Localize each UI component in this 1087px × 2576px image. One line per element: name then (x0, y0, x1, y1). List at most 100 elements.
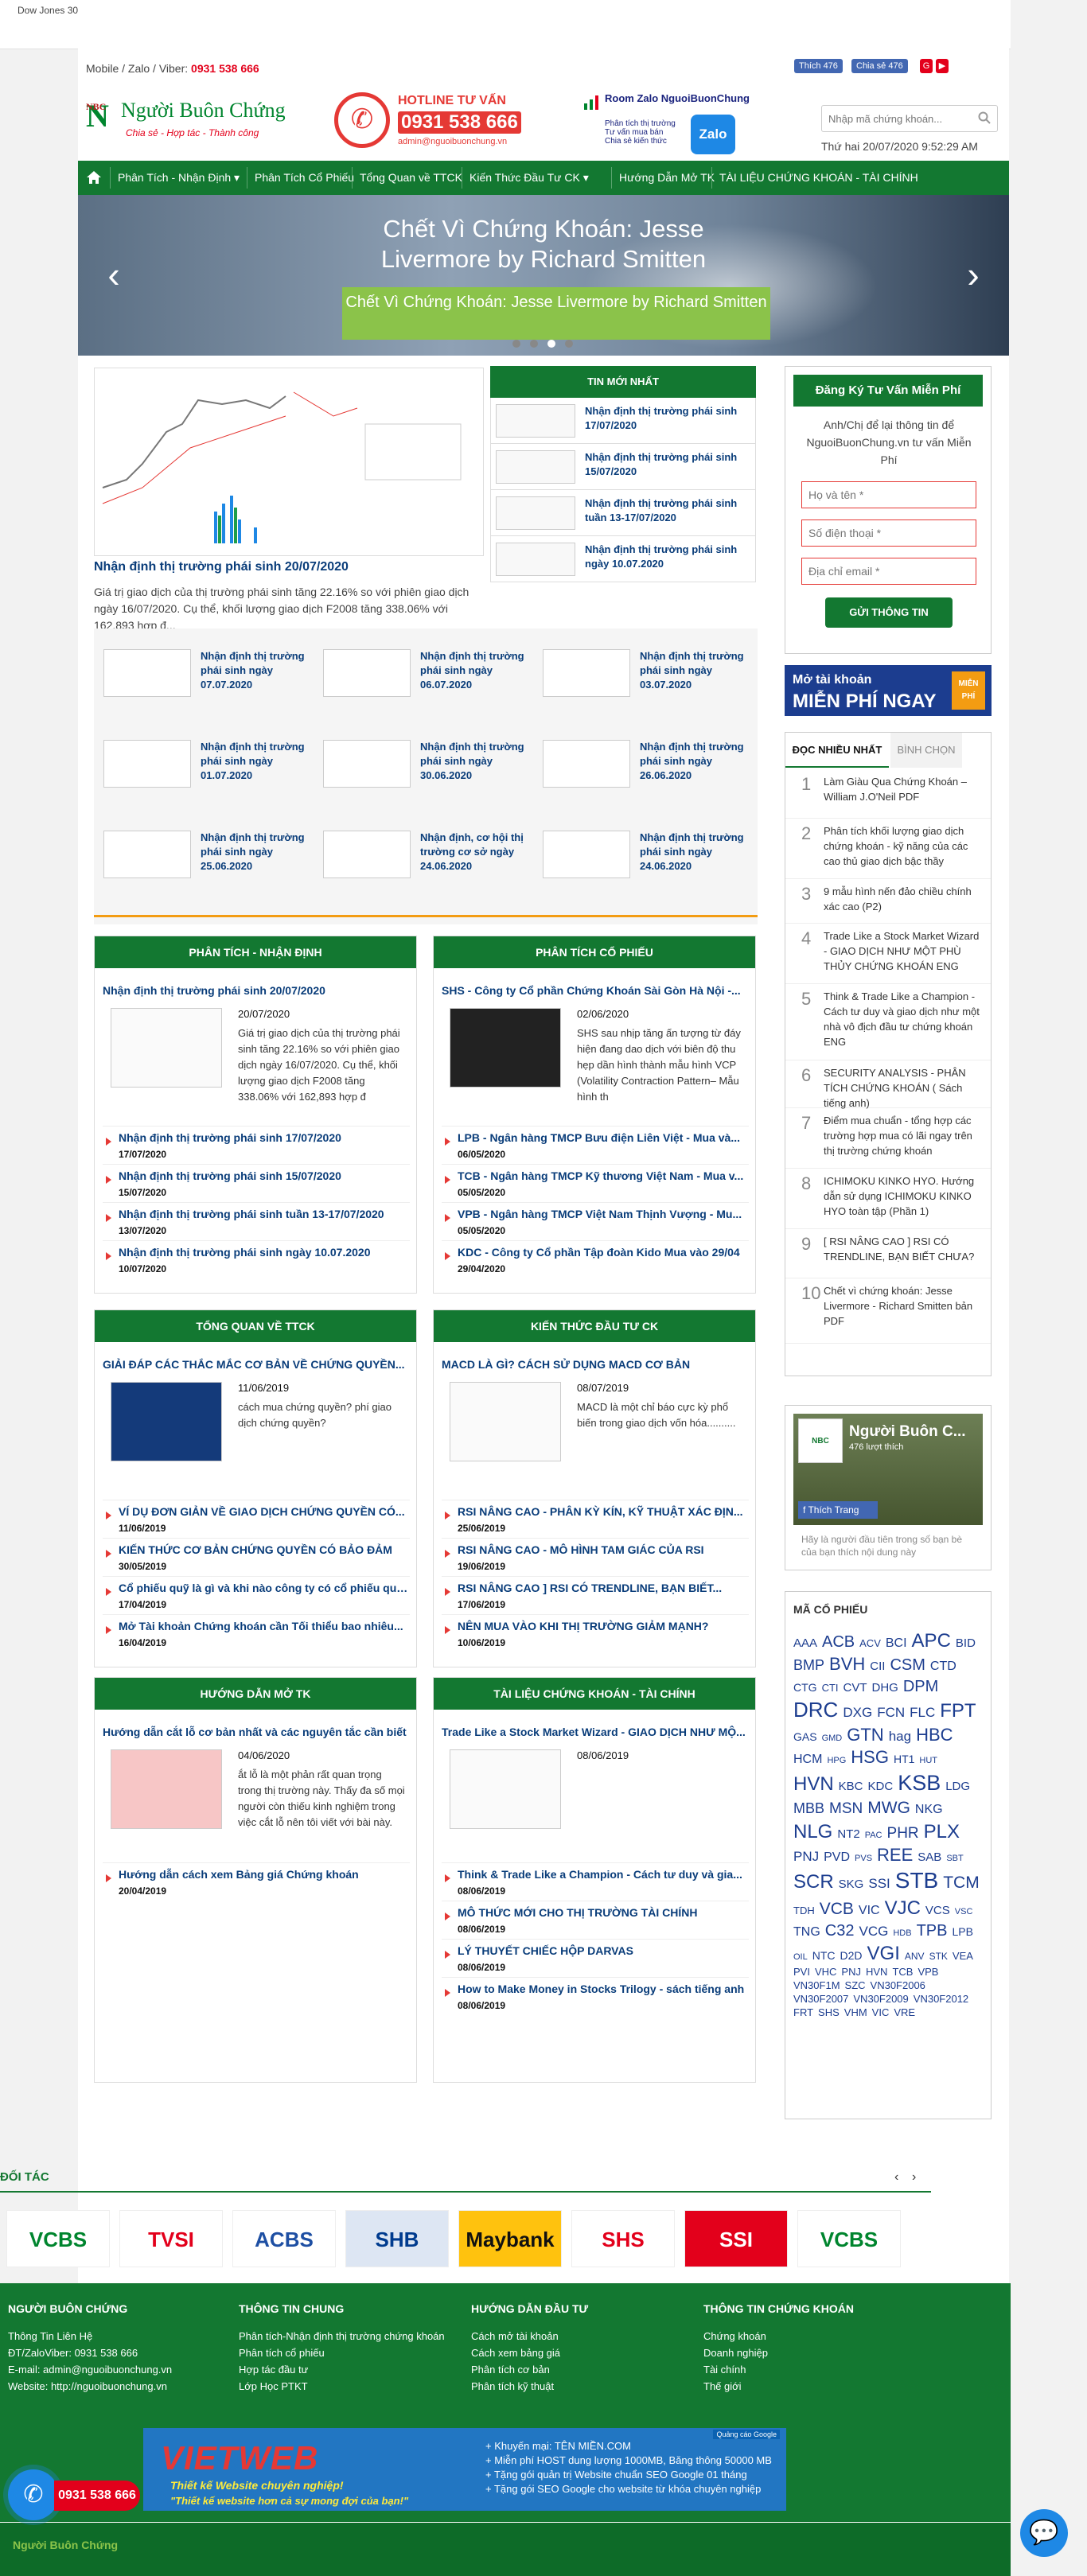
hotline-banner[interactable]: ✆ HOTLINE TƯ VẤN 0931 538 666 admin@nguo… (334, 88, 521, 154)
category-item-title[interactable]: LÝ THUYẾT CHIẾC HỘP DARVAS (458, 1944, 747, 1957)
stock-tag[interactable]: VN30F2009 (853, 1993, 908, 2006)
grid-thumbnail[interactable] (543, 831, 630, 878)
stock-tag[interactable]: HVN (793, 1772, 834, 1796)
category-list-item[interactable]: Cổ phiếu quỹ là gì và khi nào công ty có… (103, 1576, 410, 1614)
grid-item[interactable]: Nhận định, cơ hội thị trường cơ sở ngày 2… (314, 818, 528, 897)
category-list-item[interactable]: Nhận định thị trường phái sinh 15/07/202… (103, 1164, 410, 1202)
footer-link[interactable]: Phân tích cổ phiếu (239, 2344, 462, 2361)
stock-tag[interactable]: HUT (919, 1755, 937, 1766)
category-item-title[interactable]: Nhận định thị trường phái sinh 17/07/202… (119, 1131, 408, 1144)
slider-dot[interactable] (530, 340, 538, 348)
grid-thumbnail[interactable] (543, 740, 630, 788)
grid-thumbnail[interactable] (103, 740, 191, 788)
stock-tag[interactable]: TCM (943, 1872, 980, 1893)
footer-link[interactable]: Website: http://nguoibuonchung.vn (8, 2378, 231, 2395)
category-top-title[interactable]: MACD LÀ GÌ? CÁCH SỬ DỤNG MACD CƠ BẢN (442, 1358, 749, 1371)
footer-link[interactable]: Cách mở tài khoản (471, 2328, 694, 2344)
footer-link[interactable]: Hợp tác đầu tư (239, 2361, 462, 2378)
stock-tag[interactable]: GAS (793, 1730, 817, 1744)
stock-tag[interactable]: VIC (872, 2006, 890, 2020)
stock-tag[interactable]: PVS (855, 1853, 872, 1864)
stock-tag[interactable]: CVT (843, 1680, 867, 1696)
stock-tag[interactable]: KDC (868, 1779, 894, 1795)
stock-tag[interactable]: TPB (917, 1920, 948, 1941)
popular-title[interactable]: 9 mẫu hình nến đảo chiều chính xác cao (… (824, 884, 983, 914)
site-logo[interactable]: N NBC Người Buôn Chứng Chia sẻ - Hợp tác … (86, 94, 286, 138)
newest-title[interactable]: Nhận định thị trường phái sinh 17/07/202… (585, 404, 748, 433)
popular-item[interactable]: 7 Điểm mua chuẩn - tổng hợp các trường hợ… (785, 1108, 991, 1169)
category-item-title[interactable]: RSI NÂNG CAO ] RSI CÓ TRENDLINE, BẠN BIẾ… (458, 1582, 747, 1594)
stock-tag[interactable]: STB (895, 1866, 938, 1895)
grid-item[interactable]: Nhận định thị trường phái sinh ngày 01.07… (94, 727, 309, 807)
stock-tag[interactable]: VPB (918, 1966, 938, 1979)
slider-prev-icon[interactable]: ‹ (102, 256, 126, 295)
popular-title[interactable]: Think & Trade Like a Champion - Cách tư … (824, 989, 983, 1049)
popular-item[interactable]: 9 [ RSI NÂNG CAO ] RSI CÓ TRENDLINE, BẠN … (785, 1229, 991, 1278)
category-item-title[interactable]: VPB - Ngân hàng TMCP Việt Nam Thịnh Vượn… (458, 1208, 747, 1220)
partners-next-icon[interactable]: › (912, 2170, 926, 2185)
stock-tag[interactable]: HDB (893, 1928, 911, 1939)
footer-link[interactable]: Cách xem bảng giá (471, 2344, 694, 2361)
stock-tag[interactable]: MSN (829, 1800, 863, 1819)
popular-item[interactable]: 1 Làm Giàu Qua Chứng Khoán – William J.O'… (785, 769, 991, 819)
partners-prev-icon[interactable]: ‹ (894, 2170, 909, 2185)
grid-title[interactable]: Nhận định thị trường phái sinh ngày 01.07… (201, 740, 307, 783)
footer-link[interactable]: E-mail: admin@nguoibuonchung.vn (8, 2361, 231, 2378)
stock-tag[interactable]: VCB (820, 1898, 854, 1920)
stock-tag[interactable]: CII (870, 1659, 885, 1675)
category-item-title[interactable]: How to Make Money in Stocks Trilogy - sá… (458, 1983, 747, 1995)
category-item-title[interactable]: Hướng dẫn cách xem Bảng giá Chứng khoán (119, 1868, 408, 1881)
stock-tag[interactable]: ANV (905, 1951, 925, 1963)
grid-thumbnail[interactable] (103, 649, 191, 697)
grid-item[interactable]: Nhận định thị trường phái sinh ngày 06.07… (314, 636, 528, 716)
category-list-item[interactable]: KDC - Công ty Cổ phần Tập đoàn Kido Mua … (442, 1240, 749, 1278)
category-top-title[interactable]: Nhận định thị trường phái sinh 20/07/202… (103, 984, 410, 997)
popular-item[interactable]: 3 9 mẫu hình nến đảo chiều chính xác cao … (785, 879, 991, 924)
partner-logo[interactable]: Maybank (458, 2210, 562, 2267)
category-list-item[interactable]: LÝ THUYẾT CHIẾC HỘP DARVAS 08/06/2019 (442, 1939, 749, 1977)
partner-logo[interactable]: TVSI (119, 2210, 223, 2267)
newest-item[interactable]: Nhận định thị trường phái sinh 15/07/202… (490, 444, 756, 490)
partner-logo[interactable]: ACBS (232, 2210, 336, 2267)
fb-page-name[interactable]: Người Buôn C... (849, 1423, 966, 1441)
category-item-title[interactable]: Mở Tài khoản Chứng khoán cần Tối thiểu b… (119, 1620, 408, 1632)
grid-title[interactable]: Nhận định thị trường phái sinh ngày 07.07… (201, 649, 307, 692)
newest-item[interactable]: Nhận định thị trường phái sinh tuần 13-1… (490, 490, 756, 536)
stock-tag[interactable]: APC (912, 1628, 951, 1653)
stock-tag[interactable]: SKG (839, 1877, 864, 1893)
footer-link[interactable]: Phân tích-Nhận định thị trường chứng kho… (239, 2328, 462, 2344)
stock-tag[interactable]: HPG (827, 1755, 846, 1766)
grid-item[interactable]: Nhận định thị trường phái sinh ngày 30.06… (314, 727, 528, 807)
footer-link[interactable]: Doanh nghiệp (703, 2344, 926, 2361)
popular-title[interactable]: Trade Like a Stock Market Wizard - GIAO … (824, 928, 983, 974)
stock-tag[interactable]: VHM (844, 2006, 867, 2020)
stock-tag[interactable]: HT1 (894, 1752, 914, 1766)
stock-tag[interactable]: ACB (822, 1632, 855, 1652)
fb-like-page-button[interactable]: f Thích Trang (798, 1501, 878, 1519)
newest-thumbnail[interactable] (496, 404, 575, 438)
category-list-item[interactable]: TCB - Ngân hàng TMCP Kỹ thương Việt Nam … (442, 1164, 749, 1202)
stock-tag[interactable]: HVN (866, 1966, 887, 1979)
slider-dot[interactable] (565, 340, 573, 348)
category-list-item[interactable]: Mở Tài khoản Chứng khoán cần Tối thiểu b… (103, 1614, 410, 1652)
grid-title[interactable]: Nhận định thị trường phái sinh ngày 24.06… (640, 831, 746, 874)
stock-tag[interactable]: DXG (843, 1704, 872, 1722)
category-list-item[interactable]: VÍ DỤ ĐƠN GIẢN VỀ GIAO DỊCH CHỨNG QUYỀN … (103, 1500, 410, 1538)
popular-item[interactable]: 5 Think & Trade Like a Champion - Cách tư… (785, 984, 991, 1060)
stock-tag[interactable]: VJC (885, 1896, 921, 1920)
partner-logo[interactable]: VCBS (6, 2210, 110, 2267)
stock-tag[interactable]: BID (956, 1636, 976, 1652)
grid-title[interactable]: Nhận định thị trường phái sinh ngày 06.07… (420, 649, 527, 692)
copyright[interactable]: Người Buôn Chứng (13, 2539, 118, 2551)
newest-thumbnail[interactable] (496, 450, 575, 484)
stock-tag[interactable]: SSI (868, 1875, 890, 1893)
stock-tag[interactable]: NTC (812, 1948, 836, 1963)
fb-share-button[interactable]: Chia sẻ 476 (851, 59, 908, 73)
category-item-title[interactable]: LPB - Ngân hàng TMCP Bưu điện Liên Việt … (458, 1131, 747, 1144)
stock-tag[interactable]: GMD (822, 1733, 843, 1744)
stock-tag[interactable]: SBT (946, 1853, 963, 1864)
stock-tag[interactable]: CSM (890, 1655, 925, 1675)
category-item-title[interactable]: NÊN MUA VÀO KHI THỊ TRƯỜNG GIẢM MẠNH? (458, 1620, 747, 1632)
stock-tag[interactable]: STK (929, 1951, 948, 1963)
stock-tag[interactable]: PNJ (793, 1848, 819, 1866)
